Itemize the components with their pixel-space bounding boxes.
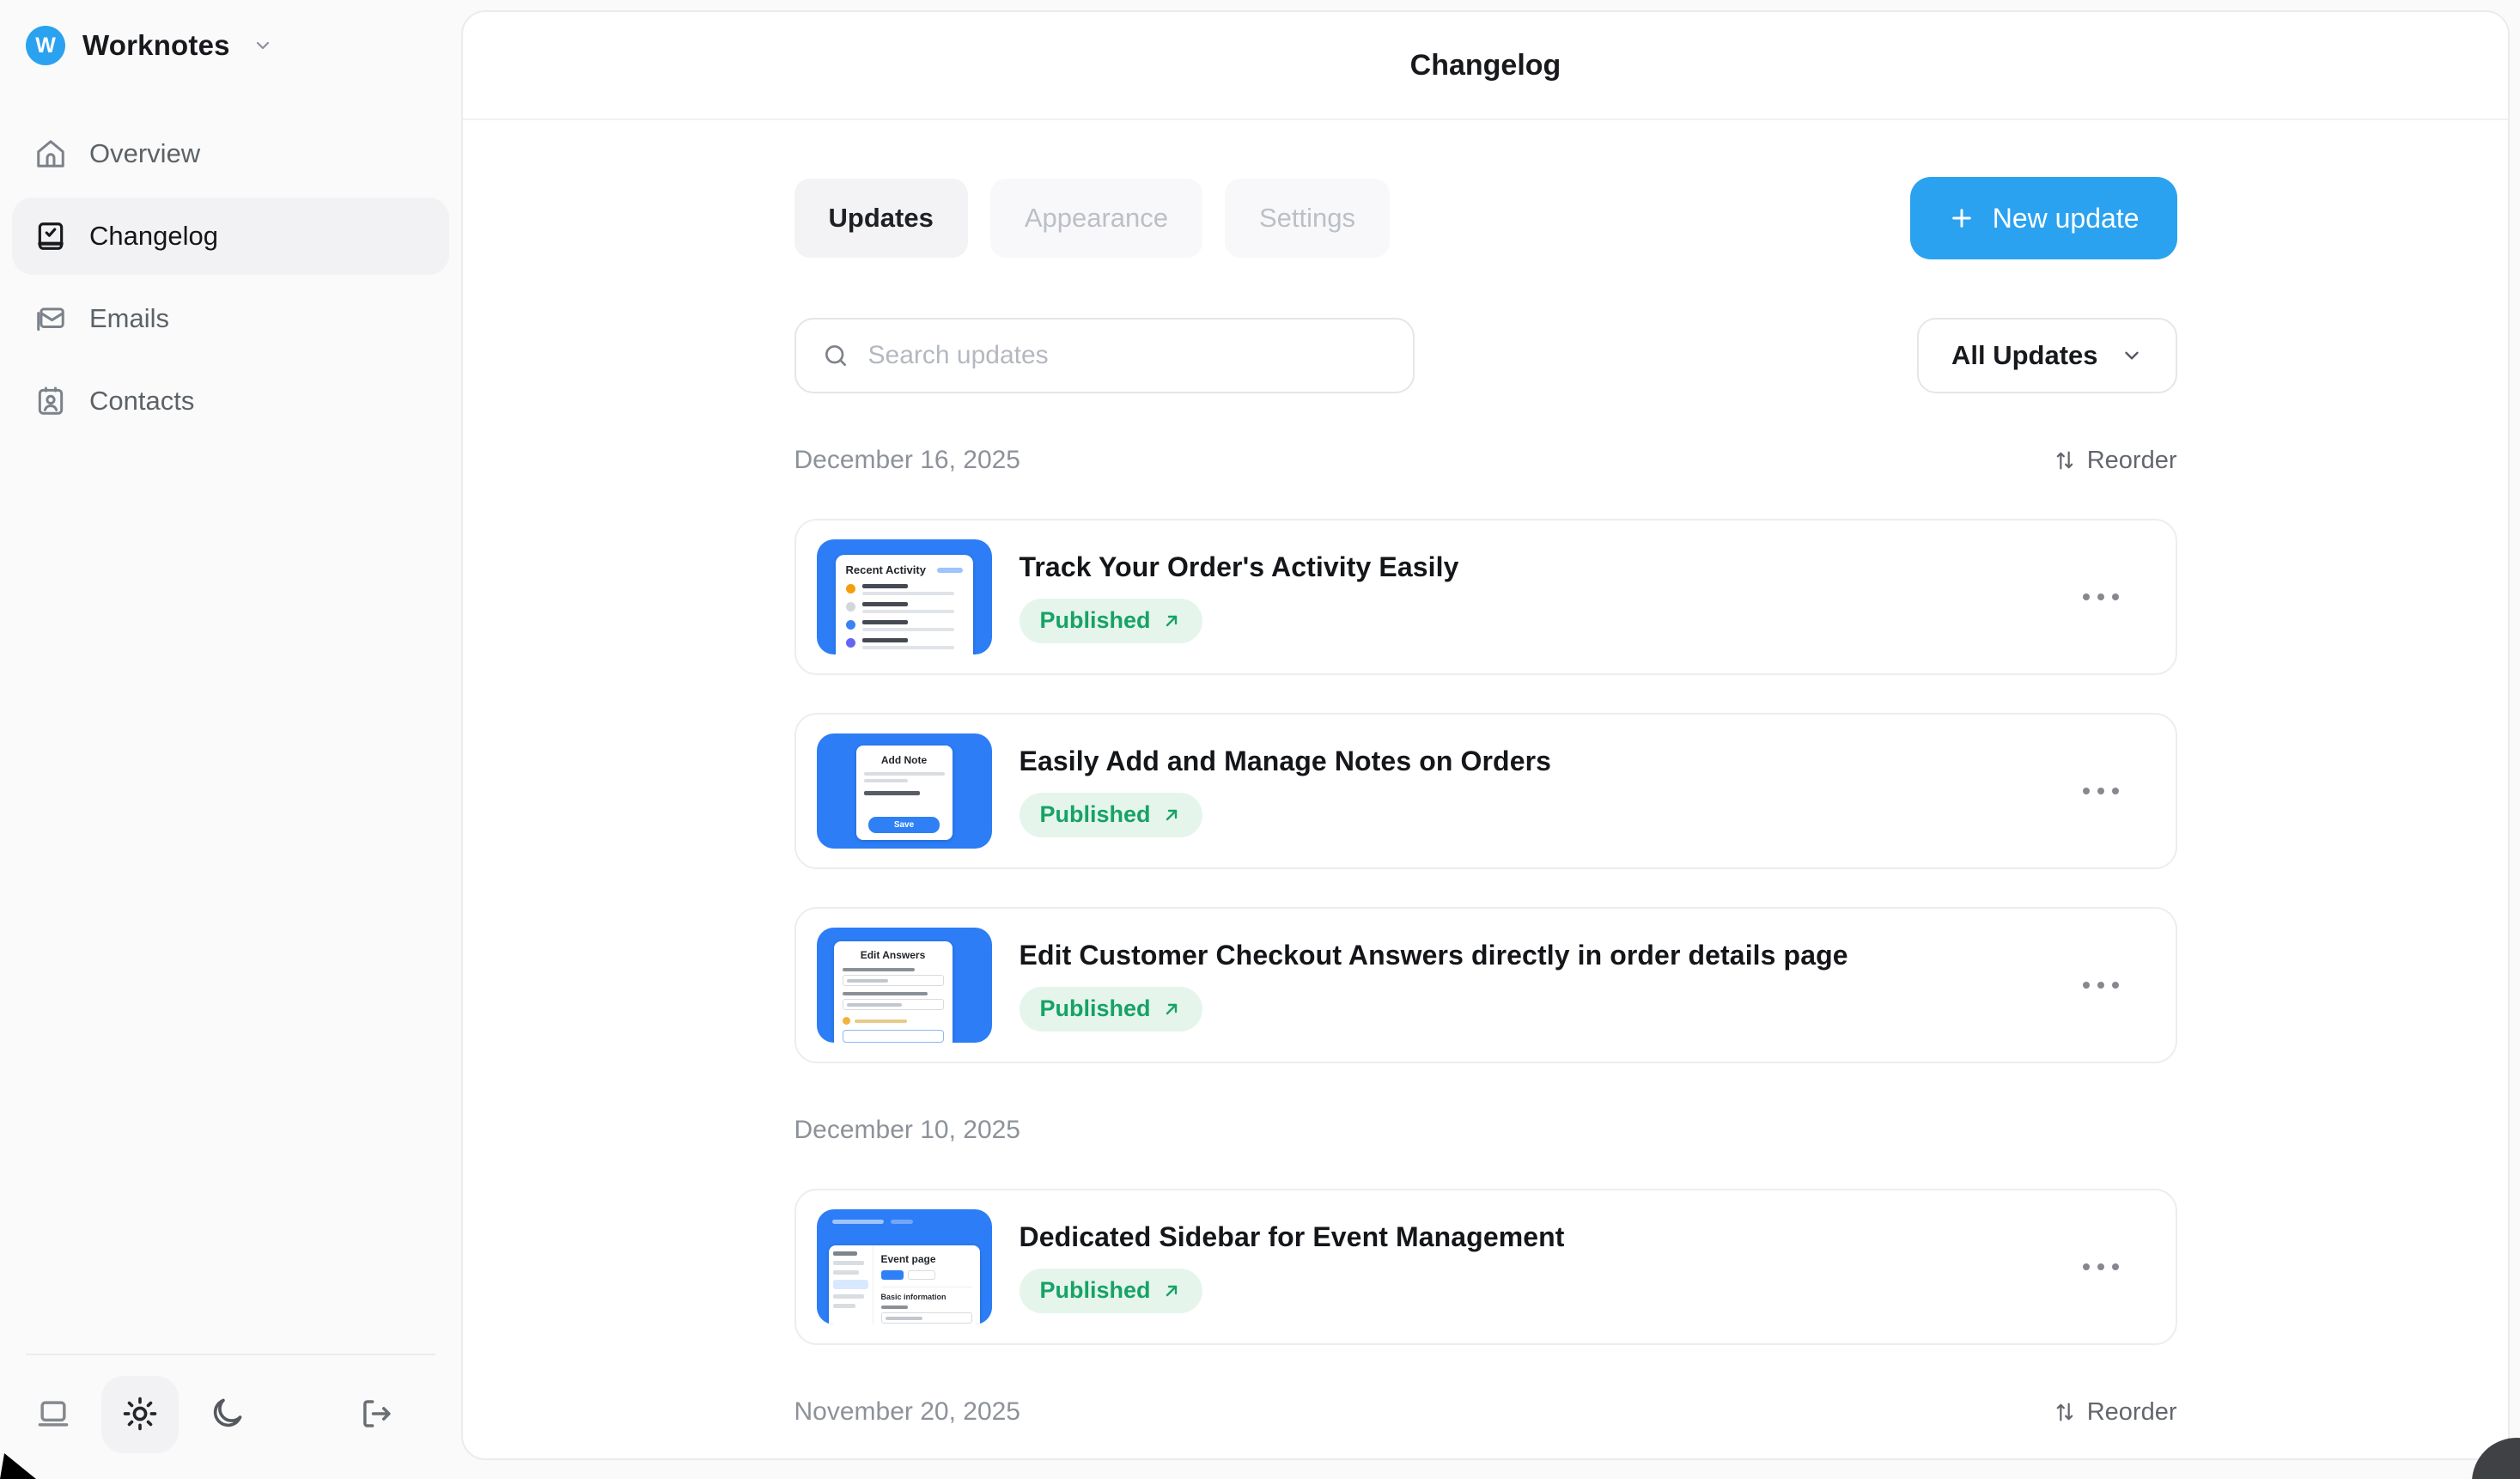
status-badge[interactable]: Published xyxy=(1020,987,1202,1032)
changelog-icon xyxy=(34,220,67,253)
status-badge[interactable]: Published xyxy=(1020,793,1202,837)
sidebar-item-label: Emails xyxy=(89,303,169,334)
update-title: Track Your Order's Activity Easily xyxy=(1020,551,1459,583)
reorder-icon xyxy=(2053,1400,2077,1424)
new-update-label: New update xyxy=(1993,203,2140,234)
tab-bar: Updates Appearance Settings xyxy=(794,179,1391,258)
chevron-down-icon xyxy=(2121,344,2143,367)
card-menu-button[interactable] xyxy=(2074,973,2127,997)
reorder-button[interactable]: Reorder xyxy=(2053,1398,2177,1427)
workspace-name: Worknotes xyxy=(82,29,230,62)
sun-icon xyxy=(121,1395,159,1435)
search-input[interactable] xyxy=(868,341,1387,370)
reorder-icon xyxy=(2053,448,2077,472)
card-list: Event pageBasic information Dedicated Si… xyxy=(794,1189,2177,1345)
search-row: All Updates xyxy=(794,318,2177,393)
logout-icon xyxy=(358,1396,394,1434)
reorder-label: Reorder xyxy=(2087,447,2177,475)
update-thumbnail: Add NoteSave xyxy=(817,733,992,849)
content: Updates Appearance Settings New update xyxy=(794,120,2177,1460)
section-header: November 20, 2025 Reorder xyxy=(794,1395,2177,1429)
sidebar-item-label: Changelog xyxy=(89,221,218,252)
search-box xyxy=(794,318,1415,393)
laptop-icon xyxy=(34,1395,72,1435)
tab-updates[interactable]: Updates xyxy=(794,179,968,258)
tab-appearance[interactable]: Appearance xyxy=(990,179,1202,258)
dark-theme-button[interactable] xyxy=(208,1395,246,1435)
plus-icon xyxy=(1948,204,1975,232)
app-window: W Worknotes Overview Changelog xyxy=(0,0,2520,1479)
sidebar-item-emails[interactable]: Emails xyxy=(12,280,449,357)
sidebar-footer xyxy=(0,1354,461,1479)
contacts-icon xyxy=(34,385,67,417)
home-icon xyxy=(34,137,67,170)
arrow-up-right-icon xyxy=(1161,611,1182,631)
filter-label: All Updates xyxy=(1951,340,2098,371)
status-label: Published xyxy=(1040,607,1151,634)
moon-icon xyxy=(208,1395,246,1435)
sidebar-item-changelog[interactable]: Changelog xyxy=(12,198,449,275)
sections: December 16, 2025 Reorder Recent Activit… xyxy=(794,443,2177,1460)
update-card[interactable]: Recent Activity Track Your Order's Activ… xyxy=(794,519,2177,675)
toolbar: Updates Appearance Settings New update xyxy=(794,177,2177,259)
card-body: Easily Add and Manage Notes on Orders Pu… xyxy=(1020,746,1552,837)
system-theme-button[interactable] xyxy=(34,1395,72,1435)
status-badge[interactable]: Published xyxy=(1020,599,1202,643)
update-title: Edit Customer Checkout Answers directly … xyxy=(1020,940,1848,971)
workspace-avatar: W xyxy=(26,26,65,65)
card-body: Edit Customer Checkout Answers directly … xyxy=(1020,940,1848,1032)
main-panel: Changelog Updates Appearance Settings Ne… xyxy=(461,10,2510,1460)
updates-filter-dropdown[interactable]: All Updates xyxy=(1917,318,2177,393)
card-body: Dedicated Sidebar for Event Management P… xyxy=(1020,1221,1565,1313)
card-menu-button[interactable] xyxy=(2074,1255,2127,1279)
section-date: December 16, 2025 xyxy=(794,446,1021,475)
arrow-up-right-icon xyxy=(1161,1281,1182,1301)
workspace-switcher[interactable]: W Worknotes xyxy=(0,0,461,65)
card-menu-button[interactable] xyxy=(2074,779,2127,803)
arrow-up-right-icon xyxy=(1161,999,1182,1019)
section-date: December 10, 2025 xyxy=(794,1116,1021,1145)
search-icon xyxy=(822,342,849,369)
update-card[interactable]: Edit Answers Edit Customer Checkout Answ… xyxy=(794,907,2177,1063)
reorder-button[interactable]: Reorder xyxy=(2053,447,2177,475)
sidebar-item-label: Overview xyxy=(89,138,200,169)
page-title: Changelog xyxy=(1410,49,1561,82)
sidebar-item-contacts[interactable]: Contacts xyxy=(12,362,449,440)
update-title: Dedicated Sidebar for Event Management xyxy=(1020,1221,1565,1253)
card-body: Track Your Order's Activity Easily Publi… xyxy=(1020,551,1459,643)
update-title: Easily Add and Manage Notes on Orders xyxy=(1020,746,1552,777)
changelog-section: November 20, 2025 Reorder xyxy=(794,1395,2177,1460)
status-label: Published xyxy=(1040,1277,1151,1304)
mail-icon xyxy=(34,302,67,335)
section-header: December 10, 2025 Reorder xyxy=(794,1113,2177,1147)
section-header: December 16, 2025 Reorder xyxy=(794,443,2177,478)
new-update-button[interactable]: New update xyxy=(1910,177,2177,259)
changelog-section: December 10, 2025 Reorder Event pageBasi… xyxy=(794,1113,2177,1345)
tab-settings[interactable]: Settings xyxy=(1225,179,1390,258)
update-thumbnail: Event pageBasic information xyxy=(817,1209,992,1324)
chevron-down-icon xyxy=(253,35,273,56)
status-label: Published xyxy=(1040,801,1151,828)
page-header: Changelog xyxy=(463,12,2508,120)
changelog-section: December 16, 2025 Reorder Recent Activit… xyxy=(794,443,2177,1063)
section-date: November 20, 2025 xyxy=(794,1397,1021,1427)
light-theme-button[interactable] xyxy=(101,1376,179,1453)
sidebar-item-overview[interactable]: Overview xyxy=(12,115,449,192)
logout-button[interactable] xyxy=(358,1396,394,1434)
status-label: Published xyxy=(1040,995,1151,1022)
update-thumbnail: Recent Activity xyxy=(817,539,992,654)
arrow-up-right-icon xyxy=(1161,805,1182,825)
reorder-label: Reorder xyxy=(2087,1398,2177,1427)
sidebar-nav: Overview Changelog Emails Contacts xyxy=(0,115,461,440)
update-card[interactable]: Event pageBasic information Dedicated Si… xyxy=(794,1189,2177,1345)
card-menu-button[interactable] xyxy=(2074,585,2127,609)
update-thumbnail: Edit Answers xyxy=(817,928,992,1043)
card-list: Recent Activity Track Your Order's Activ… xyxy=(794,519,2177,1063)
update-card[interactable]: Add NoteSave Easily Add and Manage Notes… xyxy=(794,713,2177,869)
status-badge[interactable]: Published xyxy=(1020,1269,1202,1313)
sidebar-item-label: Contacts xyxy=(89,386,194,417)
sidebar: W Worknotes Overview Changelog xyxy=(0,0,461,1479)
